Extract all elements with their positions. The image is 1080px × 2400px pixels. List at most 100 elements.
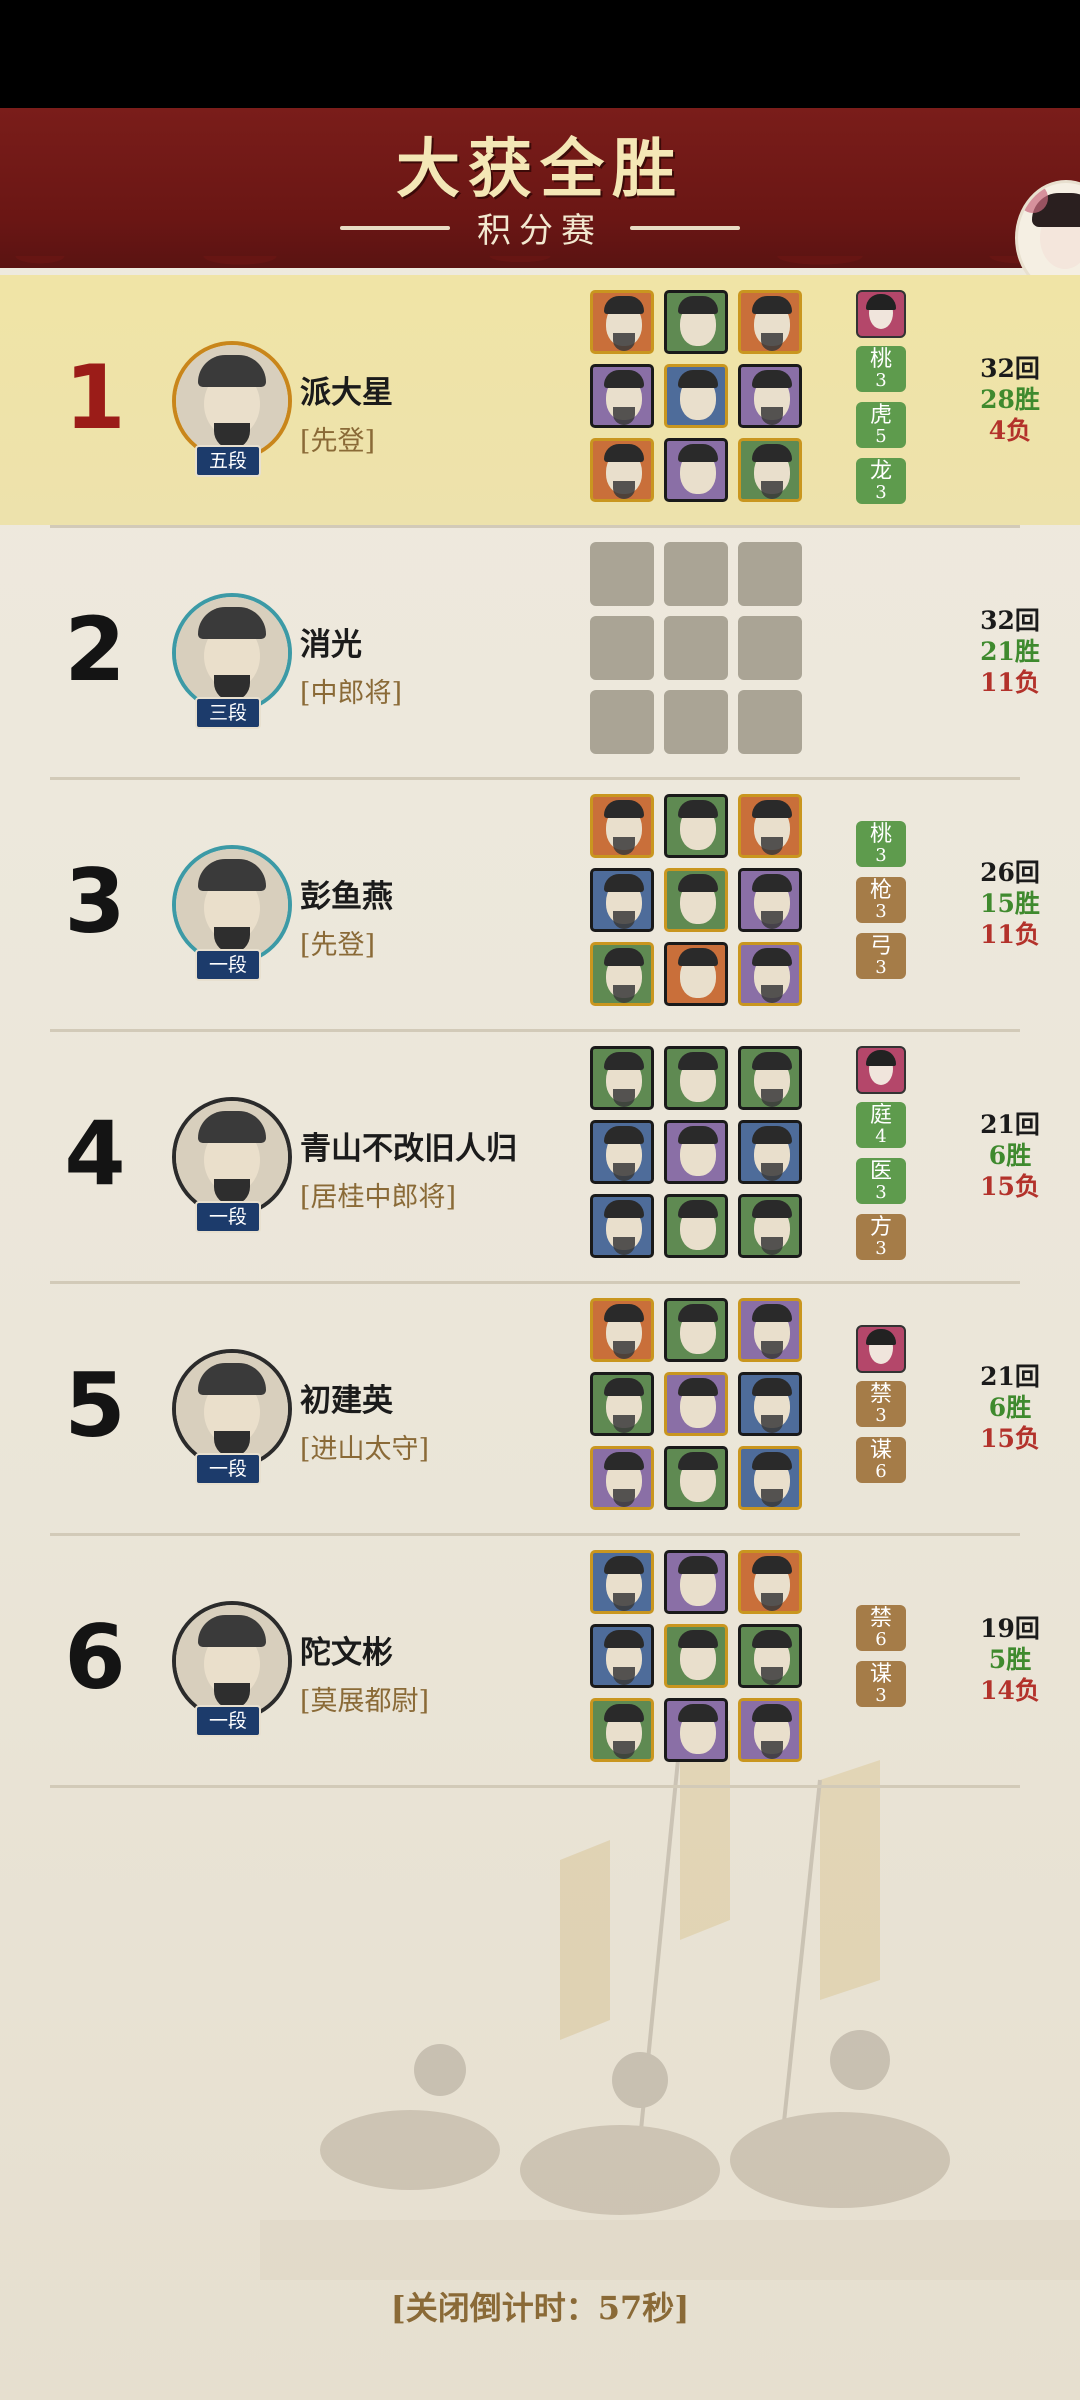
player-row[interactable]: 2 三段 消光 [中郎将] 32回 21胜 11负 [0,527,1080,777]
hero-portrait[interactable] [738,1046,802,1110]
hero-portrait[interactable] [590,1194,654,1258]
hero-portrait[interactable] [664,364,728,428]
synergy-tag[interactable]: 谋6 [856,1437,906,1483]
hero-portrait[interactable] [664,1372,728,1436]
bond-hero-portrait[interactable] [856,290,906,338]
synergy-tag[interactable]: 庭4 [856,1102,906,1148]
hero-portrait[interactable] [590,1372,654,1436]
synergy-tag[interactable]: 龙3 [856,458,906,504]
bond-hero-portrait[interactable] [856,1325,906,1373]
hero-lineup-grid [590,290,810,510]
player-avatar[interactable]: 一段 [168,1597,292,1737]
hero-portrait[interactable] [664,1046,728,1110]
hero-portrait[interactable] [664,794,728,858]
hero-portrait[interactable] [590,1446,654,1510]
synergy-tag[interactable]: 禁6 [856,1605,906,1651]
hero-portrait[interactable] [590,1550,654,1614]
hero-portrait[interactable] [664,438,728,502]
hero-portrait[interactable] [738,942,802,1006]
avatar-portrait [172,1601,292,1721]
hero-portrait[interactable] [664,942,728,1006]
empty-hero-slot [738,690,802,754]
hero-portrait[interactable] [590,1120,654,1184]
hero-portrait[interactable] [590,1298,654,1362]
player-row[interactable]: 1 五段 派大星 [先登] 桃 3 虎 5 龙 3 32回 28胜 4负 [0,275,1080,525]
player-avatar[interactable]: 三段 [168,589,292,729]
synergy-tag[interactable]: 方3 [856,1214,906,1260]
hero-portrait[interactable] [738,438,802,502]
hero-portrait[interactable] [590,438,654,502]
player-row[interactable]: 3 一段 彭鱼燕 [先登] 桃 3 枪 3 弓 3 26回 15胜 11负 [0,779,1080,1029]
player-avatar[interactable]: 一段 [168,841,292,981]
hero-portrait[interactable] [590,868,654,932]
hero-portrait[interactable] [738,1446,802,1510]
synergy-tag[interactable]: 谋3 [856,1661,906,1707]
result-title: 大获全胜 [396,132,684,207]
synergy-label: 龙 [869,459,892,484]
hero-portrait[interactable] [664,1194,728,1258]
hero-portrait[interactable] [738,1698,802,1762]
player-avatar[interactable]: 五段 [168,337,292,477]
player-row[interactable]: 6 一段 陀文彬 [莫展都尉] 禁 6 谋 3 19回 5胜 14负 [0,1535,1080,1785]
hero-portrait[interactable] [590,942,654,1006]
rank-number: 5 [64,1354,126,1457]
player-name: 彭鱼燕 [300,879,393,915]
synergy-tag[interactable]: 弓3 [856,933,906,979]
rank-number: 6 [64,1606,126,1709]
hero-portrait[interactable] [738,1372,802,1436]
synergy-label: 桃 [869,822,892,847]
hero-portrait[interactable] [664,1120,728,1184]
hero-portrait[interactable] [738,1624,802,1688]
hero-portrait[interactable] [738,868,802,932]
empty-hero-slot [590,616,654,680]
hero-portrait[interactable] [664,1298,728,1362]
bond-hero-portrait[interactable] [856,1046,906,1094]
player-avatar[interactable]: 一段 [168,1345,292,1485]
hero-portrait[interactable] [590,1698,654,1762]
synergy-tag[interactable]: 桃3 [856,346,906,392]
dan-badge: 一段 [195,949,261,981]
synergy-tag[interactable]: 桃3 [856,821,906,867]
status-bar [0,0,1080,108]
hero-portrait[interactable] [738,794,802,858]
hero-portrait[interactable] [738,364,802,428]
synergy-label: 谋 [869,1438,892,1463]
synergy-label: 禁 [869,1606,892,1631]
hero-portrait[interactable] [664,1550,728,1614]
avatar-portrait [172,593,292,713]
hero-portrait[interactable] [590,364,654,428]
hero-portrait[interactable] [664,1624,728,1688]
synergy-label: 方 [869,1215,892,1240]
player-avatar[interactable]: 一段 [168,1093,292,1233]
hero-lineup-grid [590,794,810,1014]
dan-badge: 三段 [195,697,261,729]
hero-portrait[interactable] [738,1194,802,1258]
losses-count: 15负 [980,1172,1040,1201]
dan-badge: 五段 [195,445,261,477]
player-row[interactable]: 5 一段 初建英 [进山太守] 禁 3 谋 6 21回 6胜 15负 [0,1283,1080,1533]
hero-portrait[interactable] [590,1046,654,1110]
hero-portrait[interactable] [590,794,654,858]
hero-portrait[interactable] [664,1446,728,1510]
avatar-portrait [172,341,292,461]
hero-portrait[interactable] [738,1550,802,1614]
hero-portrait[interactable] [590,290,654,354]
player-title: [中郎将] [300,678,403,709]
hero-portrait[interactable] [664,1698,728,1762]
hero-portrait[interactable] [590,1624,654,1688]
hero-portrait[interactable] [664,290,728,354]
synergy-tag[interactable]: 医3 [856,1158,906,1204]
mode-subtitle: 积分赛 [477,211,603,251]
player-row[interactable]: 4 一段 青山不改旧人归 [居桂中郎将] 庭 4 医 3 方 3 21回 6胜 15负 [0,1031,1080,1281]
synergy-label: 枪 [869,878,892,903]
synergy-tag[interactable]: 虎5 [856,402,906,448]
synergy-tag[interactable]: 禁3 [856,1381,906,1427]
synergy-tag[interactable]: 枪3 [856,877,906,923]
hero-portrait[interactable] [738,1120,802,1184]
hero-portrait[interactable] [664,868,728,932]
avatar-portrait [172,1349,292,1469]
row-divider [50,1785,1020,1788]
hero-portrait[interactable] [738,290,802,354]
hero-lineup-grid [590,1298,810,1518]
hero-portrait[interactable] [738,1298,802,1362]
